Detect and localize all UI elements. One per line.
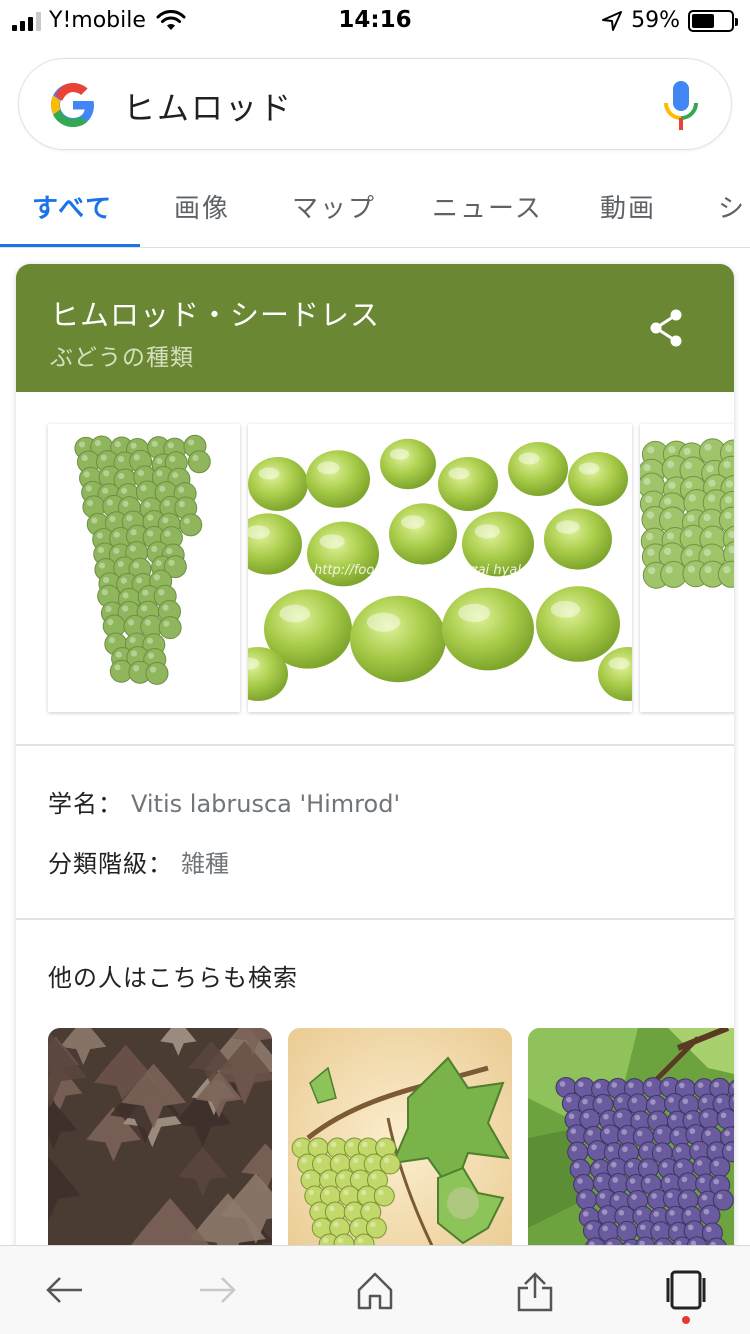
image-carousel: http://foodslink.jp/syokuzai hyakka/	[16, 392, 734, 744]
section-divider	[16, 744, 734, 746]
grape-cluster-image[interactable]	[48, 424, 240, 712]
notification-dot	[682, 1316, 690, 1324]
forward-arrow-icon[interactable]	[196, 1268, 240, 1312]
share-upload-icon[interactable]	[513, 1268, 557, 1312]
green-grapes-closeup-image[interactable]: http://foodslink.jp/syokuzai hyakka/	[248, 424, 632, 712]
tab-videos[interactable]: 動画	[600, 188, 656, 225]
watermark-text: http://foodslink.jp/syokuzai hyakka/	[314, 563, 546, 578]
knowledge-panel: ヒムロッド・シードレス ぶどうの種類 http://foodslink.jp/s…	[16, 264, 734, 1334]
grape-cluster-image-partial[interactable]	[640, 424, 734, 712]
related-searches-carousel	[16, 1028, 734, 1258]
tab-news[interactable]: ニュース	[432, 188, 543, 225]
fact-label: 学名：	[48, 790, 123, 818]
google-logo-icon	[51, 83, 94, 127]
fact-rank: 分類階級： 雑種	[48, 844, 229, 879]
share-icon[interactable]	[648, 308, 684, 348]
purple-grapes-vine-image[interactable]	[528, 1028, 734, 1258]
tabs-icon[interactable]	[664, 1268, 708, 1312]
dark-grape-leaves-image[interactable]	[48, 1028, 272, 1258]
home-icon[interactable]	[353, 1268, 397, 1312]
browser-toolbar	[0, 1245, 750, 1334]
tab-more[interactable]: シ	[718, 188, 746, 225]
status-bar: Y!mobile 14:16 59%	[0, 0, 750, 44]
section-divider	[16, 918, 734, 920]
fact-scientific-name: 学名： Vitis labrusca 'Himrod'	[48, 784, 400, 819]
active-tab-indicator	[0, 244, 140, 247]
knowledge-panel-subtitle: ぶどうの種類	[50, 345, 194, 371]
knowledge-panel-header: ヒムロッド・シードレス ぶどうの種類	[16, 264, 734, 392]
microphone-icon[interactable]	[661, 79, 701, 135]
tab-all[interactable]: すべて	[32, 188, 113, 225]
search-tabs: すべて 画像 マップ ニュース 動画 シ	[0, 166, 750, 248]
search-query[interactable]: ヒムロッド	[123, 83, 293, 129]
related-searches-title: 他の人はこちらも検索	[48, 964, 298, 992]
status-right: 59%	[601, 8, 738, 33]
fact-value[interactable]: 雑種	[181, 850, 229, 878]
tab-maps[interactable]: マップ	[292, 188, 376, 225]
location-arrow-icon	[602, 10, 623, 31]
tab-images[interactable]: 画像	[174, 188, 230, 225]
battery-icon	[688, 9, 738, 32]
botanical-grape-illustration-image[interactable]	[288, 1028, 512, 1258]
search-box[interactable]: ヒムロッド	[18, 58, 732, 150]
back-arrow-icon[interactable]	[42, 1268, 86, 1312]
battery-percent: 59%	[631, 8, 680, 33]
fact-value: Vitis labrusca 'Himrod'	[131, 790, 401, 818]
fact-label: 分類階級：	[48, 850, 173, 878]
knowledge-panel-title: ヒムロッド・シードレス	[50, 298, 381, 332]
